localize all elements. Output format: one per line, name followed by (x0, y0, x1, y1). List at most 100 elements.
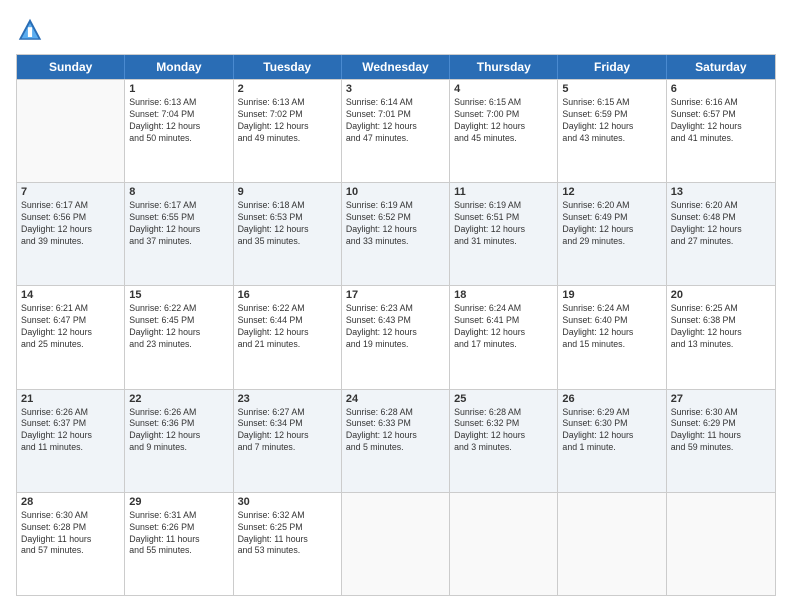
cell-info: Sunrise: 6:20 AM Sunset: 6:48 PM Dayligh… (671, 200, 771, 248)
cell-info: Sunrise: 6:30 AM Sunset: 6:29 PM Dayligh… (671, 407, 771, 455)
day-number: 29 (129, 496, 228, 508)
day-number: 7 (21, 186, 120, 198)
calendar-header-cell: Thursday (450, 55, 558, 79)
cell-info: Sunrise: 6:20 AM Sunset: 6:49 PM Dayligh… (562, 200, 661, 248)
calendar-week-row: 21 Sunrise: 6:26 AM Sunset: 6:37 PM Dayli… (17, 389, 775, 492)
cell-info: Sunrise: 6:14 AM Sunset: 7:01 PM Dayligh… (346, 97, 445, 145)
day-number: 25 (454, 393, 553, 405)
cell-info: Sunrise: 6:28 AM Sunset: 6:33 PM Dayligh… (346, 407, 445, 455)
calendar-header: SundayMondayTuesdayWednesdayThursdayFrid… (17, 55, 775, 79)
day-number: 26 (562, 393, 661, 405)
calendar-cell: 13 Sunrise: 6:20 AM Sunset: 6:48 PM Dayli… (667, 183, 775, 285)
calendar-cell: 20Sunrise: 6:25 AM Sunset: 6:38 PM Dayli… (667, 286, 775, 388)
cell-info: Sunrise: 6:32 AM Sunset: 6:25 PM Dayligh… (238, 510, 337, 558)
day-number: 14 (21, 289, 120, 301)
calendar-cell: 30 Sunrise: 6:32 AM Sunset: 6:25 PM Dayli… (234, 493, 342, 595)
cell-info: Sunrise: 6:24 AM Sunset: 6:41 PM Dayligh… (454, 303, 553, 351)
cell-info: Sunrise: 6:21 AM Sunset: 6:47 PM Dayligh… (21, 303, 120, 351)
calendar-header-cell: Tuesday (234, 55, 342, 79)
day-number: 30 (238, 496, 337, 508)
calendar-cell: 5 Sunrise: 6:15 AM Sunset: 6:59 PM Daylig… (558, 80, 666, 182)
calendar-cell: 29 Sunrise: 6:31 AM Sunset: 6:26 PM Dayli… (125, 493, 233, 595)
calendar-header-cell: Saturday (667, 55, 775, 79)
calendar-cell: 3 Sunrise: 6:14 AM Sunset: 7:01 PM Daylig… (342, 80, 450, 182)
cell-info: Sunrise: 6:26 AM Sunset: 6:37 PM Dayligh… (21, 407, 120, 455)
day-number: 2 (238, 83, 337, 95)
calendar-cell: 21 Sunrise: 6:26 AM Sunset: 6:37 PM Dayli… (17, 390, 125, 492)
calendar-header-cell: Friday (558, 55, 666, 79)
calendar-week-row: 1 Sunrise: 6:13 AM Sunset: 7:04 PM Daylig… (17, 79, 775, 182)
day-number: 4 (454, 83, 553, 95)
day-number: 10 (346, 186, 445, 198)
calendar-week-row: 14 Sunrise: 6:21 AM Sunset: 6:47 PM Dayli… (17, 285, 775, 388)
day-number: 13 (671, 186, 771, 198)
calendar-cell: 1 Sunrise: 6:13 AM Sunset: 7:04 PM Daylig… (125, 80, 233, 182)
day-number: 19 (562, 289, 661, 301)
calendar-cell (558, 493, 666, 595)
cell-info: Sunrise: 6:23 AM Sunset: 6:43 PM Dayligh… (346, 303, 445, 351)
cell-info: Sunrise: 6:13 AM Sunset: 7:02 PM Dayligh… (238, 97, 337, 145)
calendar-cell: 7 Sunrise: 6:17 AM Sunset: 6:56 PM Daylig… (17, 183, 125, 285)
calendar-cell (17, 80, 125, 182)
day-number: 17 (346, 289, 445, 301)
calendar-cell: 6 Sunrise: 6:16 AM Sunset: 6:57 PM Daylig… (667, 80, 775, 182)
day-number: 12 (562, 186, 661, 198)
day-number: 18 (454, 289, 553, 301)
cell-info: Sunrise: 6:16 AM Sunset: 6:57 PM Dayligh… (671, 97, 771, 145)
cell-info: Sunrise: 6:15 AM Sunset: 7:00 PM Dayligh… (454, 97, 553, 145)
cell-info: Sunrise: 6:25 AM Sunset: 6:38 PM Dayligh… (671, 303, 771, 351)
calendar-cell: 28 Sunrise: 6:30 AM Sunset: 6:28 PM Dayli… (17, 493, 125, 595)
logo-icon (16, 16, 44, 44)
cell-info: Sunrise: 6:24 AM Sunset: 6:40 PM Dayligh… (562, 303, 661, 351)
calendar-cell: 11Sunrise: 6:19 AM Sunset: 6:51 PM Dayli… (450, 183, 558, 285)
cell-info: Sunrise: 6:26 AM Sunset: 6:36 PM Dayligh… (129, 407, 228, 455)
page-header (16, 16, 776, 44)
day-number: 15 (129, 289, 228, 301)
calendar-cell: 18 Sunrise: 6:24 AM Sunset: 6:41 PM Dayli… (450, 286, 558, 388)
calendar-cell: 14 Sunrise: 6:21 AM Sunset: 6:47 PM Dayli… (17, 286, 125, 388)
calendar-cell: 24Sunrise: 6:28 AM Sunset: 6:33 PM Dayli… (342, 390, 450, 492)
calendar-week-row: 7 Sunrise: 6:17 AM Sunset: 6:56 PM Daylig… (17, 182, 775, 285)
day-number: 28 (21, 496, 120, 508)
day-number: 9 (238, 186, 337, 198)
day-number: 6 (671, 83, 771, 95)
day-number: 8 (129, 186, 228, 198)
cell-info: Sunrise: 6:31 AM Sunset: 6:26 PM Dayligh… (129, 510, 228, 558)
calendar-cell (667, 493, 775, 595)
calendar-cell: 9 Sunrise: 6:18 AM Sunset: 6:53 PM Daylig… (234, 183, 342, 285)
day-number: 22 (129, 393, 228, 405)
calendar-cell: 4 Sunrise: 6:15 AM Sunset: 7:00 PM Daylig… (450, 80, 558, 182)
cell-info: Sunrise: 6:17 AM Sunset: 6:55 PM Dayligh… (129, 200, 228, 248)
calendar-cell: 15 Sunrise: 6:22 AM Sunset: 6:45 PM Dayli… (125, 286, 233, 388)
cell-info: Sunrise: 6:15 AM Sunset: 6:59 PM Dayligh… (562, 97, 661, 145)
calendar-cell: 22 Sunrise: 6:26 AM Sunset: 6:36 PM Dayli… (125, 390, 233, 492)
calendar-cell: 26 Sunrise: 6:29 AM Sunset: 6:30 PM Dayli… (558, 390, 666, 492)
cell-info: Sunrise: 6:19 AM Sunset: 6:52 PM Dayligh… (346, 200, 445, 248)
logo (16, 16, 48, 44)
day-number: 3 (346, 83, 445, 95)
calendar-cell: 17 Sunrise: 6:23 AM Sunset: 6:43 PM Dayli… (342, 286, 450, 388)
cell-info: Sunrise: 6:30 AM Sunset: 6:28 PM Dayligh… (21, 510, 120, 558)
calendar-cell: 16Sunrise: 6:22 AM Sunset: 6:44 PM Dayli… (234, 286, 342, 388)
day-number: 27 (671, 393, 771, 405)
cell-info: Sunrise: 6:27 AM Sunset: 6:34 PM Dayligh… (238, 407, 337, 455)
calendar-cell (450, 493, 558, 595)
cell-info: Sunrise: 6:13 AM Sunset: 7:04 PM Dayligh… (129, 97, 228, 145)
calendar-cell: 19 Sunrise: 6:24 AM Sunset: 6:40 PM Dayli… (558, 286, 666, 388)
cell-info: Sunrise: 6:18 AM Sunset: 6:53 PM Dayligh… (238, 200, 337, 248)
day-number: 1 (129, 83, 228, 95)
cell-info: Sunrise: 6:22 AM Sunset: 6:45 PM Dayligh… (129, 303, 228, 351)
cell-info: Sunrise: 6:17 AM Sunset: 6:56 PM Dayligh… (21, 200, 120, 248)
cell-info: Sunrise: 6:29 AM Sunset: 6:30 PM Dayligh… (562, 407, 661, 455)
calendar-header-cell: Wednesday (342, 55, 450, 79)
calendar-cell: 12 Sunrise: 6:20 AM Sunset: 6:49 PM Dayli… (558, 183, 666, 285)
day-number: 5 (562, 83, 661, 95)
cell-info: Sunrise: 6:19 AM Sunset: 6:51 PM Dayligh… (454, 200, 553, 248)
day-number: 23 (238, 393, 337, 405)
calendar-cell: 23 Sunrise: 6:27 AM Sunset: 6:34 PM Dayli… (234, 390, 342, 492)
calendar-cell: 10 Sunrise: 6:19 AM Sunset: 6:52 PM Dayli… (342, 183, 450, 285)
calendar-cell: 25Sunrise: 6:28 AM Sunset: 6:32 PM Dayli… (450, 390, 558, 492)
day-number: 21 (21, 393, 120, 405)
calendar: SundayMondayTuesdayWednesdayThursdayFrid… (16, 54, 776, 596)
day-number: 16 (238, 289, 337, 301)
